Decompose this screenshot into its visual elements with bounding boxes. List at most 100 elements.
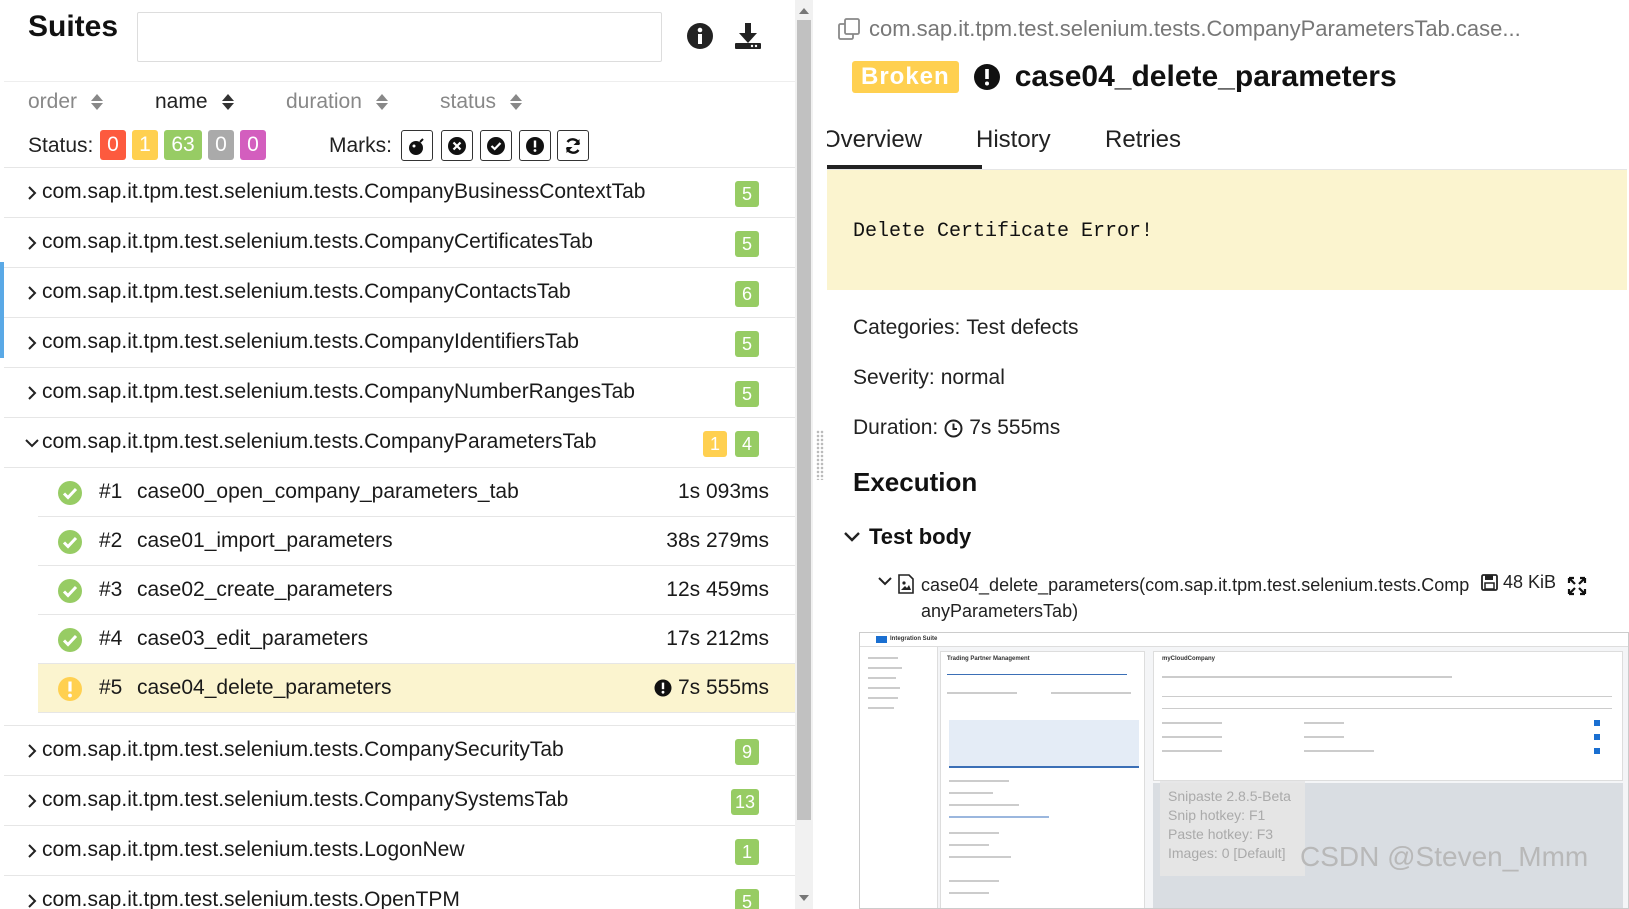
preview-line [949,856,1011,858]
status-chip-skipped[interactable]: 0 [208,130,234,160]
preview-line [1051,692,1131,694]
sort-arrows-icon [91,94,104,110]
breadcrumb-text: com.sap.it.tpm.test.selenium.tests.Compa… [869,16,1521,41]
test-body-toggle[interactable]: Test body [843,524,971,550]
categories-line: Categories: Test defects [853,316,1078,340]
attachment-size-text: 48 KiB [1503,572,1557,592]
active-tab-underline [827,165,982,169]
test-case-row[interactable]: #1 case00_open_company_parameters_tab 1s… [38,468,795,517]
preview-selected-company [949,720,1139,768]
download-icon[interactable] [732,20,764,52]
bomb-icon[interactable] [401,130,433,161]
preview-line [1162,736,1222,738]
test-case-row[interactable]: #3 case02_create_parameters 12s 459ms [38,566,795,615]
attachment-row[interactable]: case04_delete_parameters(com.sap.it.tpm.… [877,568,1622,628]
expand-icon[interactable] [1567,576,1587,596]
suite-name: com.sap.it.tpm.test.selenium.tests.Compa… [42,738,564,761]
breadcrumb[interactable]: com.sap.it.tpm.test.selenium.tests.Compa… [837,16,1617,42]
test-case-duration: 7s 555ms [654,676,769,700]
suites-scrollbar[interactable] [795,0,813,909]
attachment-name: case04_delete_parameters(com.sap.it.tpm.… [921,575,1470,621]
duration-text: 7s 555ms [677,676,769,699]
suites-search-input[interactable] [137,12,662,62]
preview-nav [860,647,938,908]
pane-splitter[interactable] [813,0,827,909]
chevron-right-icon [22,891,42,909]
sort-name[interactable]: name [155,90,234,114]
preview-line [1304,750,1374,752]
scrollbar-thumb[interactable] [797,20,811,820]
times-circle-icon[interactable] [441,130,473,161]
status-filter-bar: Status: 0 1 63 0 0 Marks: [4,124,795,168]
refresh-icon[interactable] [557,130,589,161]
exclamation-circle-icon[interactable] [519,130,551,161]
detail-tabs: Overview History Retries [827,118,1627,170]
check-circle-icon[interactable] [480,130,512,161]
suite-row[interactable]: com.sap.it.tpm.test.selenium.tests.Compa… [4,218,795,268]
severity-value: normal [940,366,1005,389]
suite-row[interactable]: com.sap.it.tpm.test.selenium.tests.Compa… [4,726,795,776]
tab-overview[interactable]: Overview [827,126,922,154]
preview-line [868,657,898,659]
duration-label: Duration: [853,416,939,439]
sort-arrows-icon [510,94,523,110]
snipaste-line: Snip hotkey: F1 [1168,807,1266,823]
scroll-down-arrow-icon[interactable] [799,895,809,901]
suites-title: Suites [28,10,119,43]
passed-status-icon [58,628,82,652]
status-chip-broken[interactable]: 1 [132,130,158,160]
test-case-row[interactable]: #2 case01_import_parameters 38s 279ms [38,517,795,566]
suite-row[interactable]: com.sap.it.tpm.test.selenium.tests.Compa… [4,776,795,826]
preview-line [868,687,900,689]
attachment-screenshot-preview[interactable]: Integration Suite Trading Partner Manage… [859,632,1629,909]
chevron-right-icon [22,233,42,253]
suite-name: com.sap.it.tpm.test.selenium.tests.Compa… [42,280,571,303]
test-case-name: case02_create_parameters [137,578,393,601]
suite-name: com.sap.it.tpm.test.selenium.tests.Compa… [42,430,597,453]
chevron-right-icon [22,791,42,811]
test-case-row[interactable]: #4 case03_edit_parameters 17s 212ms [38,615,795,664]
suite-name: com.sap.it.tpm.test.selenium.tests.Compa… [42,380,635,403]
suite-row[interactable]: com.sap.it.tpm.test.selenium.tests.Logon… [4,826,795,876]
snipaste-overlay: Snipaste 2.8.5-Beta Snip hotkey: F1 Past… [1160,781,1305,876]
suite-name: com.sap.it.tpm.test.selenium.tests.Compa… [42,180,646,203]
status-chip-failed[interactable]: 0 [100,130,126,160]
suite-row[interactable]: com.sap.it.tpm.test.selenium.tests.Compa… [4,318,795,368]
tree-spacer [4,713,795,726]
save-icon [1481,574,1498,591]
tab-history[interactable]: History [976,126,1051,154]
preview-edit-icon [1594,720,1600,726]
sort-order[interactable]: order [28,90,104,114]
passed-count-badge: 1 [735,839,759,865]
test-case-row-selected[interactable]: #5 case04_delete_parameters 7s 555ms [38,664,795,713]
suite-row[interactable]: com.sap.it.tpm.test.selenium.tests.OpenT… [4,876,795,909]
suite-row[interactable]: com.sap.it.tpm.test.selenium.tests.Compa… [4,268,795,318]
status-chip-unknown[interactable]: 0 [240,130,266,160]
preview-line [947,674,1127,675]
test-case-number: #1 [99,480,123,503]
preview-line [947,692,1017,694]
sort-status[interactable]: status [440,90,523,114]
sort-name-label: name [155,90,208,113]
copy-icon[interactable] [837,17,861,41]
suite-row[interactable]: com.sap.it.tpm.test.selenium.tests.Compa… [4,168,795,218]
preview-line [949,804,1019,806]
categories-label: Categories: [853,316,961,339]
suite-name: com.sap.it.tpm.test.selenium.tests.Logon… [42,838,465,861]
status-chip-passed[interactable]: 63 [164,130,202,160]
test-case-name: case04_delete_parameters [137,676,392,699]
suite-row[interactable]: com.sap.it.tpm.test.selenium.tests.Compa… [4,368,795,418]
scroll-up-arrow-icon[interactable] [799,8,809,14]
tab-retries[interactable]: Retries [1105,126,1181,154]
chevron-down-icon[interactable] [877,576,893,587]
preview-panel-title: Trading Partner Management [947,656,1030,662]
severity-label: Severity: [853,366,935,389]
marks-label: Marks: [329,134,392,157]
sort-duration[interactable]: duration [286,90,388,114]
test-case-number: #3 [99,578,123,601]
watermark: CSDN @Steven_Mmm [1300,841,1589,872]
preview-line [868,707,894,709]
suite-row-expanded[interactable]: com.sap.it.tpm.test.selenium.tests.Compa… [4,418,795,468]
info-icon[interactable] [684,20,716,52]
test-case-name: case01_import_parameters [137,529,393,552]
